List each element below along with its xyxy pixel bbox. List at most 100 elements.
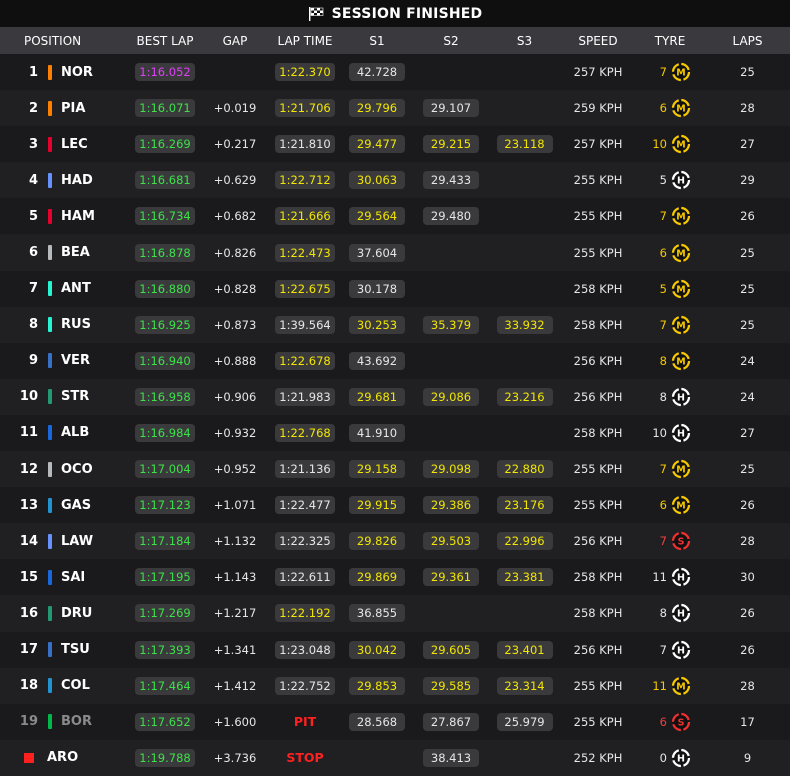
table-row[interactable]: 10 STR 1:16.958 +0.906 1:21.983 29.681 29.086 2… <box>0 378 790 415</box>
driver-code[interactable]: DRU <box>61 606 92 621</box>
driver-code[interactable]: ANT <box>61 281 91 296</box>
driver-code[interactable]: COL <box>61 678 90 693</box>
sector-2-cell: 29.086 <box>414 387 488 406</box>
col-laps[interactable]: LAPS <box>705 34 790 48</box>
table-row[interactable]: 14 LAW 1:17.184 +1.132 1:22.325 29.826 29.503 2… <box>0 523 790 560</box>
position-number: 4 <box>28 172 38 188</box>
sector-1: 36.855 <box>349 604 405 623</box>
driver-code[interactable]: BEA <box>61 245 90 260</box>
table-row[interactable]: 13 GAS 1:17.123 +1.071 1:22.477 29.915 29.386 2… <box>0 487 790 524</box>
tyre-cell: 7M <box>635 206 705 226</box>
table-row[interactable]: 9 VER 1:16.940 +0.888 1:22.678 43.692 256 KPH 8… <box>0 342 790 379</box>
team-color-bar <box>48 100 52 116</box>
best-lap-cell: 1:17.123 <box>130 496 200 515</box>
best-lap-cell: 1:16.269 <box>130 135 200 154</box>
driver-code[interactable]: HAM <box>61 209 95 224</box>
tyre-age: 10 <box>652 425 667 440</box>
col-speed[interactable]: SPEED <box>561 34 635 48</box>
driver-code[interactable]: GAS <box>61 498 91 513</box>
tyre-cell: 6M <box>635 98 705 118</box>
table-row[interactable]: 19 BOR 1:17.652 +1.600 PIT 28.568 27.867 25.979… <box>0 703 790 740</box>
speed-cell: 255 KPH <box>561 715 635 729</box>
col-lap-time[interactable]: LAP TIME <box>270 34 340 48</box>
table-row[interactable]: 7 ANT 1:16.880 +0.828 1:22.675 30.178 258 KPH 5… <box>0 270 790 307</box>
soft-tyre-icon: S <box>671 532 691 551</box>
laps-cell: 26 <box>705 209 790 223</box>
driver-code[interactable]: TSU <box>61 642 90 657</box>
speed: 255 KPH <box>573 714 623 729</box>
table-row[interactable]: 1 NOR 1:16.052 1:22.370 42.728 257 KPH 7 M 25 <box>0 54 790 91</box>
speed-cell: 255 KPH <box>561 679 635 693</box>
table-row[interactable]: 18 COL 1:17.464 +1.412 1:22.752 29.853 29.585 2… <box>0 667 790 704</box>
table-row[interactable]: 12 OCO 1:17.004 +0.952 1:21.136 29.158 29.098 2… <box>0 451 790 488</box>
speed-cell: 258 KPH <box>561 318 635 332</box>
table-row[interactable]: 17 TSU 1:17.393 +1.341 1:23.048 30.042 29.605 2… <box>0 631 790 668</box>
speed-cell: 258 KPH <box>561 606 635 620</box>
laps-count: 25 <box>740 462 755 477</box>
tyre-compound-letter: S <box>678 717 685 728</box>
driver-code[interactable]: ALB <box>61 425 89 440</box>
tyre-age: 11 <box>652 678 667 693</box>
lap-time: 1:21.666 <box>275 207 335 226</box>
col-best-lap[interactable]: BEST LAP <box>130 34 200 48</box>
driver-code[interactable]: STR <box>61 389 89 404</box>
table-row[interactable]: 6 BEA 1:16.878 +0.826 1:22.473 37.604 255 KPH 6… <box>0 234 790 271</box>
table-row[interactable]: 5 HAM 1:16.734 +0.682 1:21.666 29.564 29.480 25… <box>0 198 790 235</box>
driver-code[interactable]: SAI <box>61 570 85 585</box>
gap-cell: +1.143 <box>200 570 270 584</box>
driver-code[interactable]: NOR <box>61 65 93 80</box>
position-cell: ARO <box>0 750 130 765</box>
tyre-cell: 10 M <box>635 134 705 154</box>
driver-code[interactable]: ARO <box>47 750 78 765</box>
driver-code[interactable]: LAW <box>61 534 93 549</box>
sector-1-cell: 37.604 <box>340 243 414 262</box>
driver-code[interactable]: RUS <box>61 317 91 332</box>
sector-1: 30.063 <box>349 171 405 190</box>
table-row[interactable]: 2 PIA 1:16.071 +0.019 1:21.706 29.796 29.107 25… <box>0 90 790 127</box>
sector-3: 23.314 <box>496 676 553 695</box>
sector-2: 29.361 <box>423 568 479 587</box>
lap-time: 1:21.136 <box>275 460 335 479</box>
speed-cell: 255 KPH <box>561 462 635 476</box>
table-row[interactable]: 16 DRU 1:17.269 +1.217 1:22.192 36.855 258 KPH… <box>0 595 790 632</box>
position-cell: 11 ALB <box>0 425 130 441</box>
col-s3[interactable]: S3 <box>488 34 561 48</box>
lap-time: 1:21.983 <box>275 387 335 406</box>
speed: 255 KPH <box>573 498 623 513</box>
lap-time: 1:22.712 <box>275 171 335 190</box>
col-position[interactable]: POSITION <box>0 34 130 48</box>
sector-2: 29.215 <box>423 135 479 154</box>
driver-code[interactable]: BOR <box>61 714 92 729</box>
col-s1[interactable]: S1 <box>340 34 414 48</box>
speed: 258 KPH <box>573 317 623 332</box>
table-row[interactable]: 11 ALB 1:16.984 +0.932 1:22.768 41.910 258 KPH… <box>0 414 790 452</box>
best-lap-cell: 1:19.788 <box>130 748 200 767</box>
medium-tyre-icon: M <box>671 135 691 154</box>
sector-2: 27.867 <box>423 712 479 731</box>
table-row[interactable]: 3 LEC 1:16.269 +0.217 1:21.810 29.477 29.215 23… <box>0 126 790 163</box>
laps-count: 30 <box>740 570 755 585</box>
table-row[interactable]: ARO 1:19.788 +3.736 STOP 38.413 252 KPH 0 H 9 <box>0 739 790 776</box>
col-gap[interactable]: GAP <box>200 34 270 48</box>
table-row[interactable]: 8 RUS 1:16.925 +0.873 1:39.564 30.253 35.379 33… <box>0 306 790 343</box>
driver-code[interactable]: HAD <box>61 173 93 188</box>
col-tyre[interactable]: TYRE <box>635 34 705 48</box>
driver-code[interactable]: VER <box>61 353 90 368</box>
driver-code[interactable]: OCO <box>61 462 93 477</box>
lap-time-cell: 1:22.678 <box>270 351 340 370</box>
tyre-cell: 11 M <box>635 676 705 696</box>
laps-count: 24 <box>740 353 755 368</box>
col-s2[interactable]: S2 <box>414 34 488 48</box>
laps-cell: 24 <box>705 390 790 404</box>
driver-code[interactable]: PIA <box>61 101 85 116</box>
position-cell: 18 COL <box>0 678 130 694</box>
speed: 256 KPH <box>573 389 623 404</box>
table-row[interactable]: 15 SAI 1:17.195 +1.143 1:22.611 29.869 29.361 2… <box>0 559 790 596</box>
gap: +1.143 <box>213 570 257 585</box>
tyre-cell: 6M <box>635 243 705 263</box>
laps-cell: 25 <box>705 318 790 332</box>
table-row[interactable]: 4 HAD 1:16.681 +0.629 1:22.712 30.063 29.433 25… <box>0 162 790 199</box>
team-color-bar <box>48 136 52 152</box>
sector-2-cell: 38.413 <box>414 748 488 767</box>
driver-code[interactable]: LEC <box>61 137 88 152</box>
